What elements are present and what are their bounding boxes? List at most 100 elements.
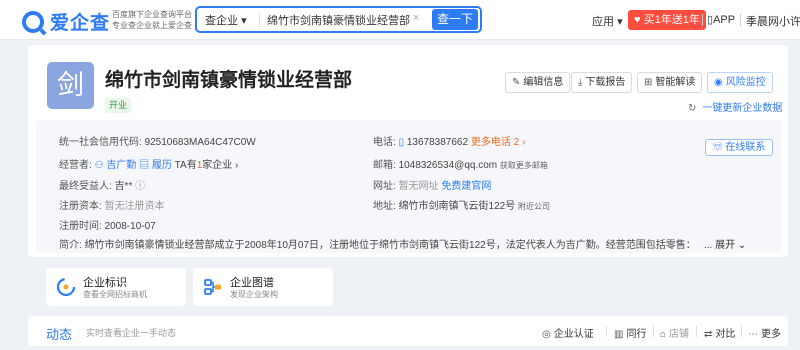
company-info-panel: 统一社会信用代码: 92510683MA64C47C0W 经营者: ⚇ 吉广勤 …	[36, 120, 781, 253]
dynamics-subtitle: 实时查看企业一手动态	[86, 328, 177, 338]
vip-promo-label: 买1年送1年	[643, 14, 700, 26]
reg-time-row: 注册时间: 2008-10-07	[59, 217, 156, 232]
risk-monitor-button[interactable]: ◉ 风险监控	[707, 72, 773, 93]
tab-label: 同行	[626, 329, 647, 340]
intro-label: 简介:	[59, 240, 82, 251]
tab-divider	[741, 326, 742, 337]
tab-label: 店铺	[669, 329, 690, 340]
document-icon: ▤	[139, 160, 150, 171]
tab-compare[interactable]: ⇄ 对比	[704, 325, 735, 340]
app-download-label: APP	[713, 14, 736, 26]
risk-monitor-label: 风险监控	[725, 77, 766, 88]
search-box: 查企业 ▾ × 查一下	[195, 6, 482, 33]
tab-more[interactable]: ⋯ 更多	[748, 325, 781, 340]
shop-icon: ⌂	[660, 329, 667, 340]
download-icon: ⤓	[578, 77, 583, 88]
company-card: 剑 绵竹市剑南镇豪情锁业经营部 开业 ✎ 编辑信息 ⤓ 下载报告 ⊞ 智能解读 ◉ 风险…	[28, 45, 788, 257]
company-name: 绵竹市剑南镇豪情锁业经营部	[105, 70, 353, 91]
refresh-data-link[interactable]: ↻ 一键更新企业数据	[688, 99, 782, 114]
operator-profile-link[interactable]: ▤ 履历	[139, 160, 172, 171]
search-input[interactable]	[267, 10, 427, 29]
slogan-line-2: 专业查企业就上爱企查	[112, 21, 192, 30]
tab-enterprise-cert[interactable]: ◎ 企业认证	[542, 325, 594, 340]
beneficiary-row: 最终受益人: 吉** ⓘ	[59, 177, 145, 192]
expand-label: ... 展开	[704, 240, 736, 251]
app-download-link[interactable]: ▯APP	[707, 13, 735, 26]
slogan: 百度旗下企业查询平台 专业查企业就上爱企查	[112, 9, 192, 31]
logo-icon	[22, 10, 44, 33]
chevron-down-icon: ⌄	[737, 240, 747, 251]
more-phone-label: 更多电话 2	[470, 137, 520, 148]
search-button[interactable]: 查一下	[432, 9, 478, 30]
clear-icon[interactable]: ×	[413, 12, 419, 24]
capital-value: 暂无注册资本	[104, 201, 165, 212]
phone-value: 13678387662	[406, 137, 469, 148]
operator-ta-prefix: TA有	[174, 160, 197, 171]
refresh-data-label: 一键更新企业数据	[702, 103, 783, 114]
capital-label: 注册资本:	[59, 201, 102, 212]
beneficiary-value: 吉**	[114, 181, 133, 192]
slogan-line-1: 百度旗下企业查询平台	[112, 10, 192, 19]
download-report-button[interactable]: ⤓ 下载报告	[571, 72, 633, 93]
refresh-icon: ↻	[688, 103, 697, 114]
feature-title: 企业标识	[83, 277, 127, 289]
feature-subtitle: 发现企业架构	[230, 290, 278, 299]
tab-label: 对比	[715, 329, 736, 340]
intro-row: 简介: 绵竹市剑南镇豪情锁业经营部成立于2008年10月07日，注册地位于绵竹市…	[59, 236, 694, 251]
feature-card-graph[interactable]: 企业图谱 发现企业架构	[193, 268, 333, 306]
feature-title: 企业图谱	[230, 277, 274, 289]
nav-app-menu[interactable]: 应用 ▾	[592, 13, 623, 29]
operator-row: 经营者: ⚇ 吉广勤 ▤ 履历 TA有1家企业 ›	[59, 156, 238, 171]
tab-divider	[696, 326, 697, 337]
website-row: 网址: 暂无网址 免费建官网	[373, 177, 491, 192]
logo[interactable]: 爱企查	[22, 8, 110, 35]
online-contact-button[interactable]: ☏ 在线联系	[705, 139, 773, 156]
building-icon: ▥	[614, 329, 624, 340]
online-contact-label: 在线联系	[725, 142, 766, 153]
chevron-right-icon: ›	[521, 137, 526, 148]
operator-label: 经营者:	[59, 160, 92, 171]
search-scope-select[interactable]: 查企业 ▾	[205, 12, 247, 28]
download-report-label: 下载报告	[585, 77, 626, 88]
nav-divider	[702, 14, 703, 26]
build-website-link[interactable]: 免费建官网	[441, 181, 491, 192]
more-email-link[interactable]: 获取更多邮箱	[500, 161, 548, 170]
dynamics-bar: 动态 实时查看企业一手动态 ◎ 企业认证 ▥ 同行 ⌂ 店铺 ⇄ 对比 ⋯ 更多	[28, 316, 788, 346]
headset-icon: ☏	[712, 142, 723, 153]
capital-row: 注册资本: 暂无注册资本	[59, 197, 165, 212]
caret-down-icon: ▾	[241, 15, 247, 27]
nav-app-label: 应用	[592, 16, 614, 28]
search-scope-label: 查企业	[205, 15, 238, 27]
feature-subtitle: 查看全网招标商机	[83, 290, 147, 299]
expand-intro-button[interactable]: ... 展开 ⌄	[704, 236, 746, 251]
vip-promo-button[interactable]: ♥ 买1年送1年	[628, 10, 706, 30]
smart-analysis-button[interactable]: ⊞ 智能解读	[637, 72, 703, 93]
tab-label: 企业认证	[553, 329, 594, 340]
feature-card-brand[interactable]: 企业标识 查看全网招标商机	[46, 268, 186, 306]
more-icon: ⋯	[748, 329, 758, 340]
edit-info-label: 编辑信息	[523, 77, 564, 88]
chevron-right-icon: ›	[235, 160, 239, 171]
operator-ta-suffix: 家企业	[202, 160, 233, 171]
more-phone-link[interactable]: 更多电话 2 ›	[471, 137, 525, 148]
tab-shop[interactable]: ⌂ 店铺	[660, 325, 689, 340]
caret-down-icon: ▾	[617, 16, 623, 28]
graph-icon	[204, 279, 221, 295]
operator-link[interactable]: ⚇ 吉广勤	[95, 160, 137, 171]
eye-icon: ◉	[714, 77, 723, 88]
help-icon[interactable]: ⓘ	[135, 181, 145, 192]
operator-profile-label: 履历	[151, 160, 172, 171]
nav-divider	[740, 14, 741, 26]
user-menu[interactable]: 季晨网小许	[746, 13, 800, 29]
search-divider	[259, 13, 260, 27]
nearby-companies-link[interactable]: 附近公司	[518, 202, 550, 211]
operator-name: 吉广勤	[106, 160, 137, 171]
tab-divider	[653, 326, 654, 337]
edit-info-button[interactable]: ✎ 编辑信息	[505, 72, 571, 93]
operator-ta-link[interactable]: TA有1家企业 ›	[175, 160, 239, 171]
heart-icon: ♥	[634, 14, 641, 26]
email-label: 邮箱:	[373, 160, 396, 171]
credit-code-row: 统一社会信用代码: 92510683MA64C47C0W	[59, 133, 256, 148]
address-row: 地址: 绵竹市剑南镇飞云街122号 附近公司	[373, 197, 550, 212]
tab-peers[interactable]: ▥ 同行	[614, 325, 646, 340]
